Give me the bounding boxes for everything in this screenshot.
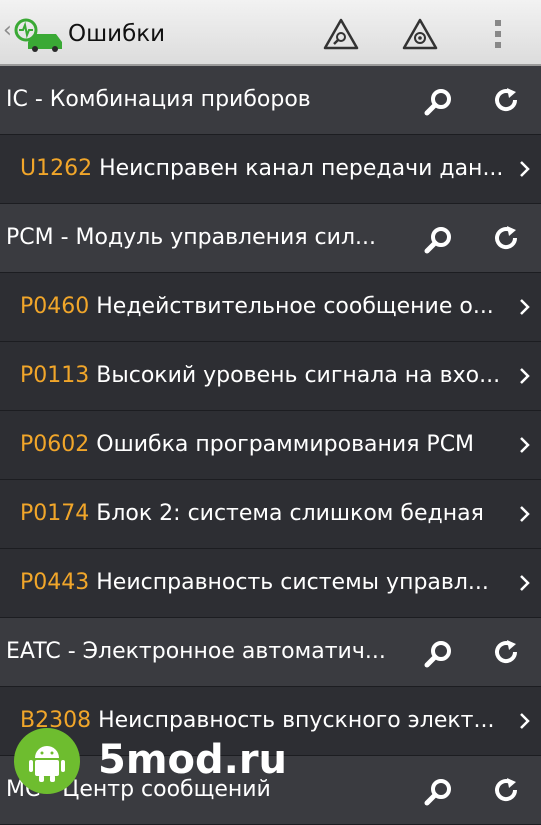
- error-code-row[interactable]: P0443 Неисправность системы управл...: [0, 549, 541, 618]
- error-description: Неисправен канал передачи дан...: [99, 156, 504, 181]
- warning-clear-icon[interactable]: [402, 17, 438, 51]
- module-header-label: IC - Комбинация приборов: [6, 87, 311, 112]
- error-code-text: P0113 Высокий уровень сигнала на вхо...: [20, 362, 510, 390]
- error-code-row[interactable]: P0113 Высокий уровень сигнала на вхо...: [0, 342, 541, 411]
- warning-search-icon[interactable]: [323, 17, 359, 51]
- android-icon: [29, 746, 65, 782]
- error-code-text: P0602 Ошибка программирования PCM: [20, 431, 510, 459]
- module-header-label: EATC - Электронное автоматич...: [6, 639, 386, 664]
- module-header[interactable]: PCM - Модуль управления сил...: [0, 204, 541, 273]
- error-description: Блок 2: система слишком бедная: [96, 501, 484, 526]
- chevron-right-icon: [520, 713, 530, 729]
- error-description: Недействительное сообщение о...: [96, 294, 494, 319]
- error-description: Высокий уровень сигнала на вхо...: [96, 363, 501, 388]
- chevron-right-icon: [520, 299, 530, 315]
- error-code-row[interactable]: U1262 Неисправен канал передачи дан...: [0, 135, 541, 204]
- chevron-right-icon: [520, 437, 530, 453]
- back-chevron-icon[interactable]: ‹: [3, 20, 12, 42]
- error-description: Ошибка программирования PCM: [96, 432, 475, 457]
- error-code-text: P0443 Неисправность системы управл...: [20, 569, 510, 597]
- error-code: P0602: [20, 432, 90, 457]
- overflow-menu-icon[interactable]: [488, 16, 508, 52]
- error-code-text: P0460 Недействительное сообщение о...: [20, 293, 510, 321]
- error-code: P0174: [20, 501, 90, 526]
- refresh-icon[interactable]: [492, 638, 520, 666]
- watermark: 5mod.ru: [10, 724, 287, 800]
- error-code-text: P0174 Блок 2: система слишком бедная: [20, 500, 510, 528]
- error-code-row[interactable]: P0602 Ошибка программирования PCM: [0, 411, 541, 480]
- search-icon[interactable]: [422, 776, 454, 808]
- watermark-text: 5mod.ru: [98, 737, 288, 783]
- car-diagnostics-logo-icon[interactable]: [14, 18, 64, 52]
- chevron-right-icon: [520, 506, 530, 522]
- search-icon[interactable]: [422, 638, 454, 670]
- page-title: Ошибки: [68, 21, 166, 47]
- error-code: P0460: [20, 294, 90, 319]
- module-header[interactable]: EATC - Электронное автоматич...: [0, 618, 541, 687]
- error-code-text: U1262 Неисправен канал передачи дан...: [20, 155, 510, 183]
- error-code: P0113: [20, 363, 90, 388]
- refresh-icon[interactable]: [492, 86, 520, 114]
- chevron-right-icon: [520, 368, 530, 384]
- search-icon[interactable]: [422, 86, 454, 118]
- error-description: Неисправность системы управл...: [96, 570, 489, 595]
- app-bar: ‹ Ошибки: [0, 0, 541, 66]
- error-list: IC - Комбинация приборов U1262 Неисправе…: [0, 66, 541, 825]
- module-header-label: PCM - Модуль управления сил...: [6, 225, 376, 250]
- error-code-row[interactable]: P0174 Блок 2: система слишком бедная: [0, 480, 541, 549]
- error-code: U1262: [20, 156, 93, 181]
- error-code-row[interactable]: P0460 Недействительное сообщение о...: [0, 273, 541, 342]
- module-header[interactable]: IC - Комбинация приборов: [0, 66, 541, 135]
- chevron-right-icon: [520, 161, 530, 177]
- refresh-icon[interactable]: [492, 224, 520, 252]
- search-icon[interactable]: [422, 224, 454, 256]
- error-code: P0443: [20, 570, 90, 595]
- chevron-right-icon: [520, 575, 530, 591]
